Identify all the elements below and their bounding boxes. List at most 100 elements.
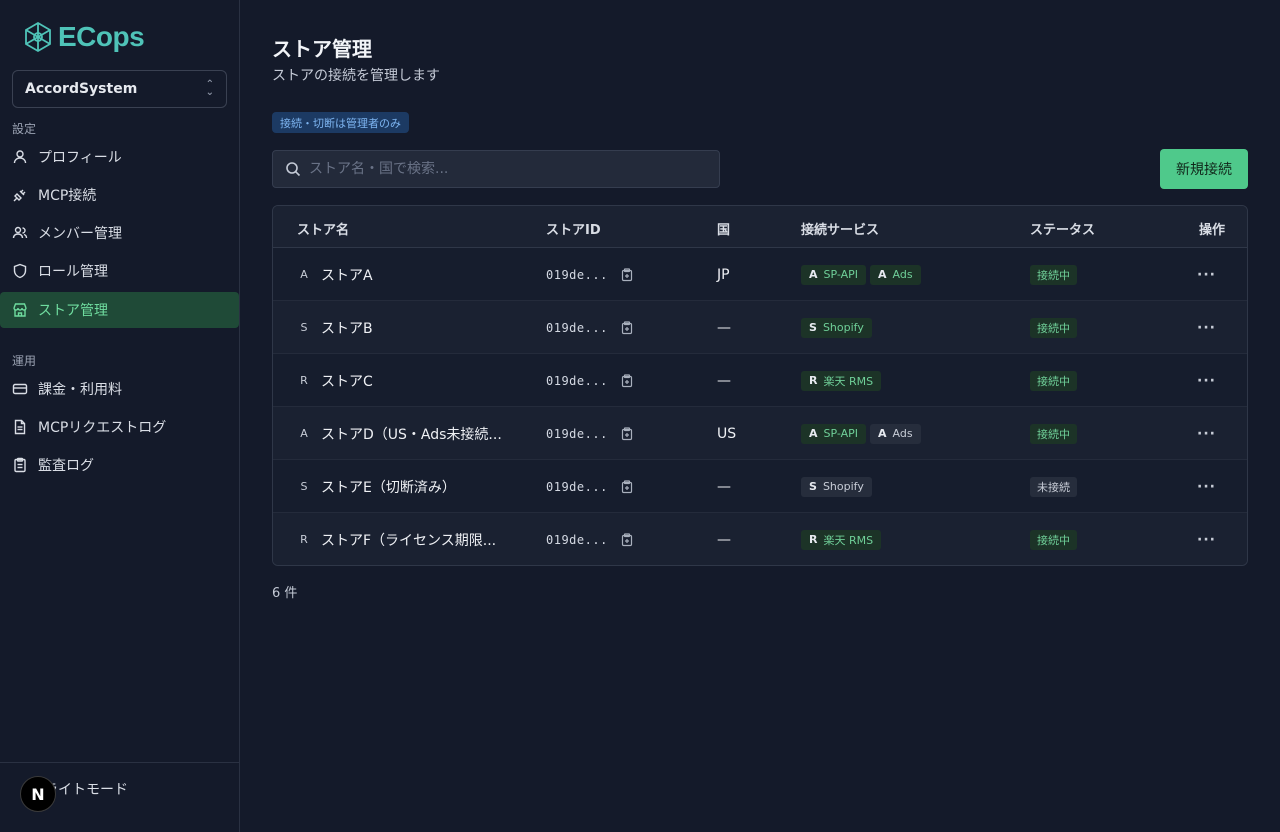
service-label: 楽天 RMS (823, 374, 874, 388)
admin-only-badge: 接続・切断は管理者のみ (272, 112, 409, 133)
services-cell: A SP-API A Ads (801, 407, 925, 460)
store-name[interactable]: ストアA (321, 265, 373, 285)
copy-icon[interactable] (620, 267, 634, 282)
store-id-cell: 019de... (546, 354, 634, 407)
service-label: Shopify (822, 321, 864, 334)
sidebar: ECops AccordSystem ⌃ ⌄ 設定 プロフィール MCP接続 メン… (0, 0, 240, 832)
column-header-store-name[interactable]: ストア名 (297, 219, 349, 238)
store-name-cell: S ストアE（切断済み） (297, 460, 527, 513)
store-id: 019de... (546, 426, 608, 441)
copy-icon[interactable] (620, 532, 634, 547)
service-tag: R 楽天 RMS (801, 529, 882, 550)
sidebar-item-mcp-logs[interactable]: MCPリクエストログ (0, 409, 239, 445)
table-row[interactable]: R ストアC 019de... — R 楽天 RMS 接続中 ··· (273, 354, 1247, 407)
brand-logo[interactable]: ECops (22, 20, 145, 54)
store-platform-icon: R (300, 533, 308, 546)
store-name[interactable]: ストアE（切断済み） (321, 477, 456, 497)
service-label: Ads (892, 268, 913, 281)
services-cell: S Shopify (801, 301, 876, 354)
store-icon (13, 303, 27, 317)
column-header-status[interactable]: ステータス (1030, 219, 1095, 238)
store-name-cell: S ストアB (297, 301, 527, 354)
store-name[interactable]: ストアB (321, 318, 373, 338)
page-title: ストア管理 (272, 37, 372, 61)
status-badge: 接続中 (1030, 264, 1077, 285)
actions-cell: ··· (1197, 248, 1216, 301)
service-letter: S (809, 321, 817, 334)
store-id-cell: 019de... (546, 248, 634, 301)
sidebar-item-profile[interactable]: プロフィール (0, 139, 239, 175)
status-cell: 接続中 (1030, 513, 1077, 565)
clipboard-icon (14, 457, 26, 473)
store-id-cell: 019de... (546, 301, 634, 354)
credit-card-icon (12, 383, 28, 395)
table-row[interactable]: S ストアB 019de... — S Shopify 接続中 ··· (273, 301, 1247, 354)
column-header-store-id[interactable]: ストアID (546, 219, 601, 238)
service-letter: S (809, 480, 817, 493)
status-cell: 接続中 (1030, 301, 1077, 354)
store-id: 019de... (546, 479, 608, 494)
service-tag: A Ads (870, 264, 921, 285)
copy-icon[interactable] (620, 479, 634, 494)
dev-badge[interactable]: N (20, 776, 56, 812)
service-tag: A Ads (870, 423, 921, 444)
status-cell: 接続中 (1030, 407, 1077, 460)
country: JP (717, 266, 730, 283)
table-row[interactable]: A ストアA 019de... JP A SP-API A Ads 接続中 ··· (273, 248, 1247, 301)
org-selector[interactable]: AccordSystem ⌃ ⌄ (12, 70, 227, 108)
sidebar-item-billing[interactable]: 課金・利用料 (0, 371, 239, 407)
country-cell: JP (717, 248, 730, 301)
search-box[interactable] (272, 150, 720, 188)
copy-icon[interactable] (620, 373, 634, 388)
country: US (717, 425, 737, 442)
store-name[interactable]: ストアF（ライセンス期限... (321, 530, 496, 550)
store-name-cell: A ストアD（US・Ads未接続... (297, 407, 527, 460)
store-name-cell: R ストアF（ライセンス期限... (297, 513, 527, 565)
org-name: AccordSystem (25, 81, 138, 97)
store-name[interactable]: ストアD（US・Ads未接続... (321, 424, 502, 444)
sidebar-item-audit-logs[interactable]: 監査ログ (0, 447, 239, 483)
service-label: 楽天 RMS (823, 533, 874, 547)
service-label: Shopify (822, 480, 864, 493)
table-row[interactable]: S ストアE（切断済み） 019de... — S Shopify 未接続 ··· (273, 460, 1247, 513)
status-cell: 接続中 (1030, 248, 1077, 301)
sidebar-item-members[interactable]: メンバー管理 (0, 215, 239, 251)
table-row[interactable]: R ストアF（ライセンス期限... 019de... — R 楽天 RMS 接続中 ··· (273, 513, 1247, 565)
copy-icon[interactable] (620, 320, 634, 335)
sidebar-item-label: 課金・利用料 (38, 382, 122, 398)
sidebar-footer: ライトモード N (0, 762, 239, 832)
more-actions-icon[interactable]: ··· (1197, 479, 1216, 495)
new-connection-button[interactable]: 新規接続 (1160, 149, 1248, 189)
more-actions-icon[interactable]: ··· (1197, 532, 1216, 548)
status-cell: 未接続 (1030, 460, 1077, 513)
stores-table: ストア名 ストアID 国 接続サービス ステータス 操作 A ストアA 019de.… (272, 205, 1248, 566)
search-input[interactable] (309, 161, 699, 177)
sidebar-item-roles[interactable]: ロール管理 (0, 253, 239, 289)
theme-toggle[interactable]: ライトモード (44, 779, 128, 799)
status-cell: 接続中 (1030, 354, 1077, 407)
more-actions-icon[interactable]: ··· (1197, 373, 1216, 389)
store-name-cell: R ストアC (297, 354, 527, 407)
column-header-services[interactable]: 接続サービス (801, 219, 879, 238)
copy-icon[interactable] (620, 426, 634, 441)
store-name[interactable]: ストアC (321, 371, 373, 391)
more-actions-icon[interactable]: ··· (1197, 320, 1216, 336)
service-letter: R (809, 374, 818, 387)
sidebar-item-stores[interactable]: ストア管理 (0, 292, 239, 328)
table-header: ストア名 ストアID 国 接続サービス ステータス 操作 (273, 206, 1247, 248)
page-subtitle: ストアの接続を管理します (272, 68, 440, 84)
service-letter: A (809, 268, 818, 281)
sidebar-item-mcp[interactable]: MCP接続 (0, 177, 239, 213)
sidebar-item-label: メンバー管理 (38, 226, 122, 242)
more-actions-icon[interactable]: ··· (1197, 426, 1216, 442)
service-letter: A (878, 427, 887, 440)
status-badge: 未接続 (1030, 476, 1077, 497)
store-id-cell: 019de... (546, 513, 634, 565)
search-icon (286, 162, 301, 177)
table-row[interactable]: A ストアD（US・Ads未接続... 019de... US A SP-API A Ads 接… (273, 407, 1247, 460)
status-badge: 接続中 (1030, 370, 1077, 391)
more-actions-icon[interactable]: ··· (1197, 267, 1216, 283)
services-cell: R 楽天 RMS (801, 513, 885, 565)
column-header-country[interactable]: 国 (717, 219, 730, 238)
plug-icon (13, 189, 26, 202)
